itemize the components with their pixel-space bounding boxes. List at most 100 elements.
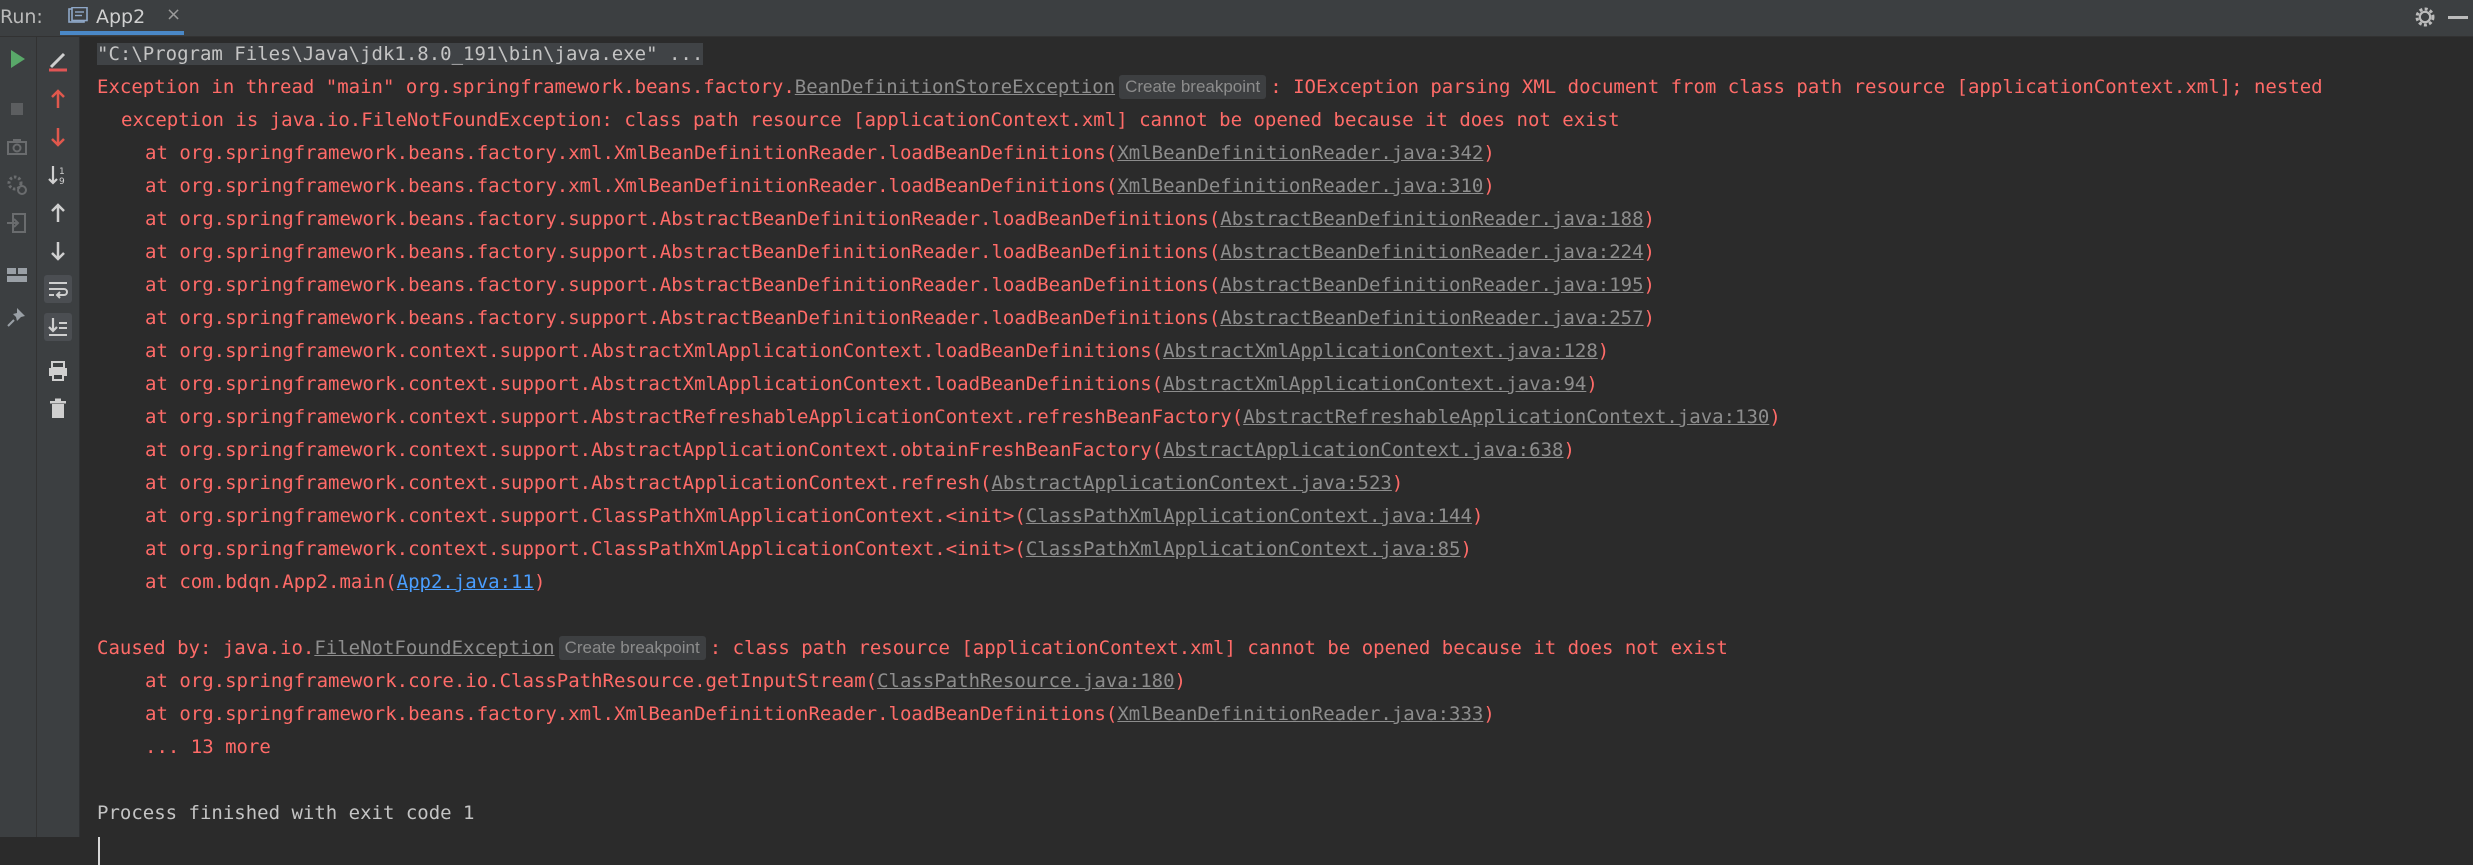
stack-frame: at org.springframework.beans.factory.xml… [145,138,1495,168]
source-file-link[interactable]: ClassPathXmlApplicationContext.java:85 [1026,538,1461,560]
stack-frame-paren: ) [1643,208,1655,230]
stack-frame: at com.bdqn.App2.main(App2.java:11) [145,567,545,597]
tab-app2[interactable]: App2 × [60,0,184,35]
source-file-link[interactable]: AbstractBeanDefinitionReader.java:188 [1220,208,1643,230]
stack-frame: at org.springframework.context.support.A… [145,435,1575,465]
minimize-icon[interactable] [2448,16,2468,19]
stack-frame-method: at org.springframework.beans.factory.sup… [145,307,1221,329]
source-file-link[interactable]: AbstractApplicationContext.java:638 [1163,439,1563,461]
arrow-down-icon[interactable] [44,123,72,151]
exit-icon[interactable] [3,209,31,237]
stack-frame: at org.springframework.context.support.C… [145,501,1483,531]
scroll-to-end-icon[interactable] [44,313,72,341]
command-line: "C:\Program Files\Java\jdk1.8.0_191\bin\… [97,43,704,65]
tab-label: App2 [96,6,146,28]
console-actions-toolbar: 19 [37,37,80,837]
stack-frame-method: at org.springframework.context.support.A… [145,340,1164,362]
stack-frame-paren: ) [1483,142,1495,164]
sort-icon[interactable]: 19 [44,161,72,189]
stack-frame: at org.springframework.beans.factory.sup… [145,204,1655,234]
svg-text:1: 1 [59,167,65,177]
caused-class-link[interactable]: FileNotFoundException [314,637,554,659]
stack-frame-paren: ) [1563,439,1575,461]
console-output[interactable]: "C:\Program Files\Java\jdk1.8.0_191\bin\… [80,37,2473,865]
stack-frame-method: at org.springframework.beans.factory.xml… [145,142,1118,164]
caused-by-line: Caused by: java.io.FileNotFoundException… [97,636,1728,660]
stack-frame-method: at org.springframework.context.support.A… [145,439,1164,461]
stack-frame-paren: ) [1643,307,1655,329]
create-breakpoint-button-2[interactable]: Create breakpoint [558,636,706,660]
source-file-link[interactable]: App2.java:11 [397,571,534,593]
exception-class-link[interactable]: BeanDefinitionStoreException [795,76,1115,98]
run-icon[interactable] [3,45,31,73]
stack-frame-method: at org.springframework.beans.factory.xml… [145,703,1118,725]
stack-frame-paren: ) [1586,373,1598,395]
stack-frame: at org.springframework.beans.factory.sup… [145,237,1655,267]
console-icon [68,7,88,23]
stack-frame-paren: ) [1597,340,1610,362]
layout-icon[interactable] [3,261,31,289]
exception-line-cont: exception is java.io.FileNotFoundExcepti… [121,109,1620,131]
source-file-link[interactable]: AbstractXmlApplicationContext.java:94 [1163,373,1586,395]
stack-frame: at org.springframework.beans.factory.xml… [145,171,1495,201]
stack-frame-method: at org.springframework.context.support.A… [145,406,1244,428]
up-icon[interactable] [44,199,72,227]
stack-frame-method: at org.springframework.context.support.A… [145,472,992,494]
source-file-link[interactable]: AbstractBeanDefinitionReader.java:257 [1220,307,1643,329]
pin-icon[interactable] [3,303,31,331]
down-icon[interactable] [44,237,72,265]
stack-frame: at org.springframework.beans.factory.xml… [145,699,1495,729]
run-tool-window-header: Run: App2 × [0,0,2473,37]
source-file-link[interactable]: AbstractRefreshableApplicationContext.ja… [1243,406,1769,428]
source-file-link[interactable]: AbstractBeanDefinitionReader.java:224 [1220,241,1643,263]
source-file-link[interactable]: ClassPathXmlApplicationContext.java:144 [1026,505,1472,527]
stack-frame-paren: ) [1483,175,1495,197]
source-file-link[interactable]: XmlBeanDefinitionReader.java:333 [1117,703,1483,725]
close-tab-icon[interactable]: × [166,4,181,25]
rerun-failed-icon[interactable] [44,46,72,74]
source-file-link[interactable]: ClassPathResource.java:180 [877,670,1174,692]
run-actions-toolbar [0,37,37,837]
stack-frame-method: at org.springframework.context.support.C… [145,505,1026,527]
stop-icon[interactable] [3,95,31,123]
stack-frame: at org.springframework.context.support.A… [145,402,1781,432]
stack-frame-method: at org.springframework.beans.factory.xml… [145,175,1118,197]
source-file-link[interactable]: XmlBeanDefinitionReader.java:342 [1117,142,1483,164]
arrow-up-icon[interactable] [44,85,72,113]
stack-frame-paren: ) [1483,703,1495,725]
source-file-link[interactable]: XmlBeanDefinitionReader.java:310 [1117,175,1483,197]
stack-frame-method: at org.springframework.beans.factory.sup… [145,208,1221,230]
svg-text:9: 9 [59,177,65,187]
source-file-link[interactable]: AbstractXmlApplicationContext.java:128 [1163,340,1598,362]
stack-frame-paren: ) [533,571,546,593]
camera-icon[interactable] [3,133,31,161]
print-icon[interactable] [44,357,72,385]
stack-frame: at org.springframework.context.support.A… [145,336,1609,366]
stack-frame-method: at org.springframework.context.support.A… [145,373,1164,395]
text-caret [98,837,100,865]
source-file-link[interactable]: AbstractBeanDefinitionReader.java:195 [1220,274,1643,296]
exception-line: Exception in thread "main" org.springfra… [97,75,2323,99]
exit-message: Process finished with exit code 1 [97,802,475,824]
stack-frame: at org.springframework.core.io.ClassPath… [145,666,1186,696]
stack-frame-paren: ) [1174,670,1186,692]
stack-frame: at org.springframework.beans.factory.sup… [145,303,1655,333]
trash-icon[interactable] [44,395,72,423]
stack-frame-paren: ) [1471,505,1484,527]
more-frames: ... 13 more [145,736,271,758]
soft-wrap-icon[interactable] [44,275,72,303]
stack-frame-method: at org.springframework.context.support.C… [145,538,1026,560]
stack-frame-method: at com.bdqn.App2.main( [145,571,397,593]
create-breakpoint-button[interactable]: Create breakpoint [1119,75,1267,99]
run-label: Run: [0,6,43,28]
stack-frame: at org.springframework.beans.factory.sup… [145,270,1655,300]
gear-icon[interactable] [2412,4,2438,30]
stack-frame-paren: ) [1769,406,1781,428]
source-file-link[interactable]: AbstractApplicationContext.java:523 [991,472,1391,494]
settings-icon[interactable] [3,171,31,199]
stack-frame: at org.springframework.context.support.C… [145,534,1472,564]
stack-frame-paren: ) [1460,538,1472,560]
stack-frame: at org.springframework.context.support.A… [145,369,1598,399]
stack-frame-paren: ) [1643,274,1655,296]
stack-frame-method: at org.springframework.beans.factory.sup… [145,241,1221,263]
